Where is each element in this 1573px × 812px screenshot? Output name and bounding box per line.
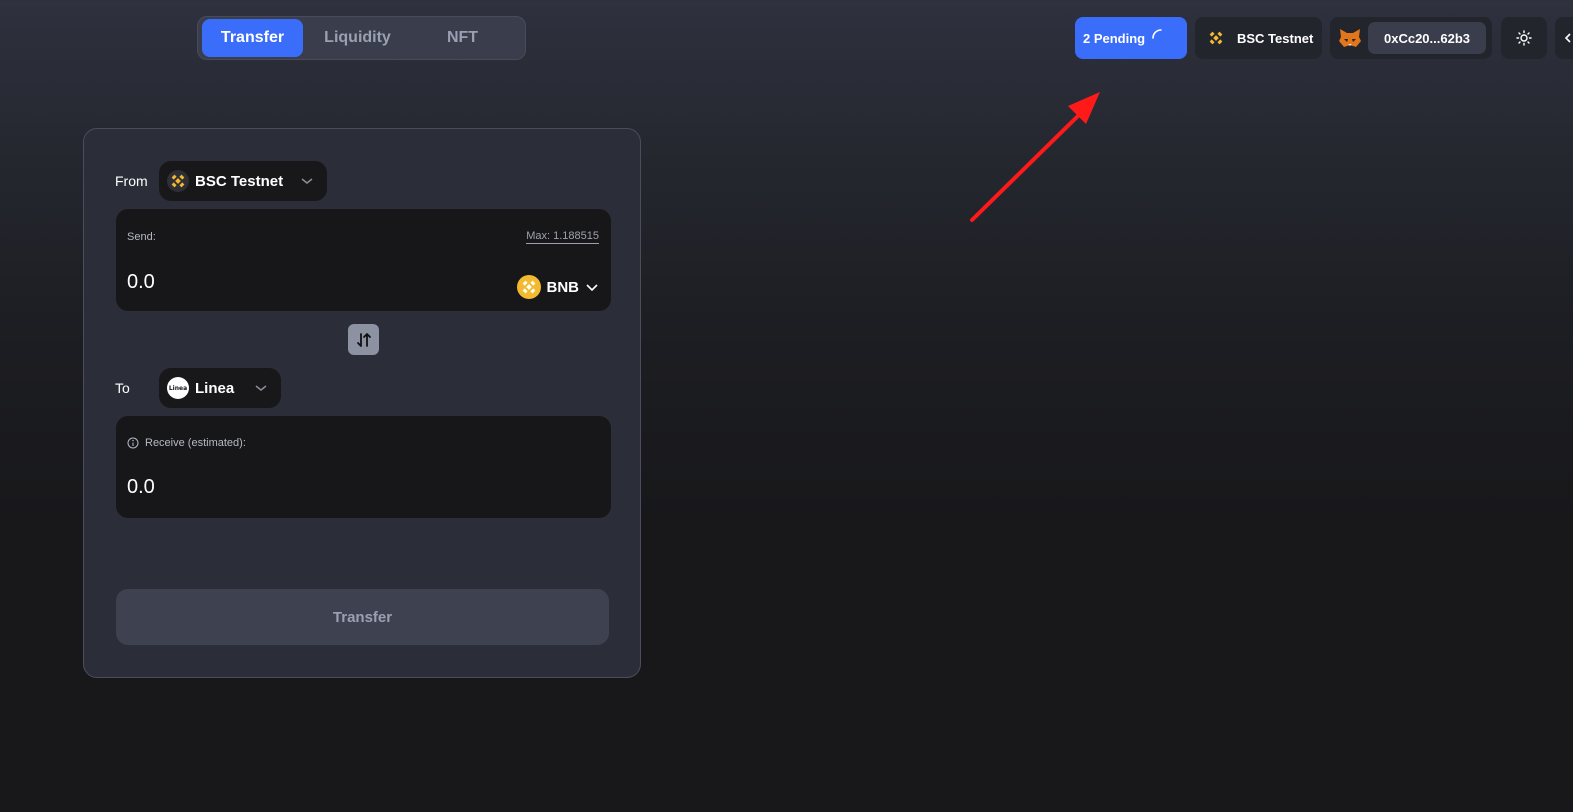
tab-nft[interactable]: NFT xyxy=(412,19,513,57)
from-chain-label: BSC Testnet xyxy=(195,172,284,190)
linea-logo-icon: Linea xyxy=(167,377,189,399)
metamask-fox-icon xyxy=(1339,29,1361,47)
network-selector-button[interactable]: BSC Testnet xyxy=(1195,17,1322,59)
token-label: BNB xyxy=(546,278,580,296)
receive-label: Receive (estimated): xyxy=(145,437,246,449)
send-amount-input[interactable]: 0.0 xyxy=(127,271,155,294)
send-label: Send: xyxy=(127,231,156,243)
to-label: To xyxy=(115,380,130,396)
pending-label: 2 Pending xyxy=(1083,30,1146,46)
receive-amount: 0.0 xyxy=(127,476,155,498)
bnb-icon xyxy=(1209,31,1223,45)
from-label: From xyxy=(115,173,148,189)
token-select[interactable]: BNB xyxy=(516,275,600,299)
svg-text:Linea: Linea xyxy=(169,385,187,392)
sun-icon xyxy=(1516,30,1532,46)
to-chain-select[interactable]: Linea Linea xyxy=(159,368,281,408)
main-nav-tabs: Transfer Liquidity NFT xyxy=(197,16,526,60)
pending-transactions-button[interactable]: 2 Pending xyxy=(1075,17,1187,59)
swap-arrows-icon xyxy=(356,332,371,347)
swap-direction-button[interactable] xyxy=(348,324,379,355)
from-chain-select[interactable]: BSC Testnet xyxy=(159,161,327,201)
chevron-down-icon xyxy=(255,385,267,391)
chevron-left-icon xyxy=(1564,33,1571,43)
send-panel: Send: Max: 1.188515 0.0 BNB xyxy=(116,209,611,311)
bridge-card: From BSC Testnet Send: Max: 1.188515 0.0 xyxy=(83,128,641,678)
annotation-arrow xyxy=(970,92,1100,222)
tab-transfer[interactable]: Transfer xyxy=(202,19,303,57)
receive-panel: Receive (estimated): 0.0 xyxy=(116,416,611,518)
network-label: BSC Testnet xyxy=(1237,30,1314,46)
info-icon xyxy=(127,437,139,449)
bnb-token-icon xyxy=(516,275,541,299)
transfer-submit-button[interactable]: Transfer xyxy=(116,589,609,645)
max-amount-link[interactable]: Max: 1.188515 xyxy=(526,230,599,244)
chevron-down-icon xyxy=(301,178,313,184)
wallet-address: 0xCc20...62b3 xyxy=(1368,22,1486,54)
tab-liquidity[interactable]: Liquidity xyxy=(307,19,408,57)
chevron-down-icon xyxy=(586,284,598,292)
more-button[interactable] xyxy=(1555,17,1573,59)
account-button[interactable]: 0xCc20...62b3 xyxy=(1330,17,1492,59)
to-chain-label: Linea xyxy=(195,379,235,397)
bnb-icon xyxy=(167,170,189,192)
loading-spinner-icon xyxy=(1152,29,1162,39)
theme-toggle-button[interactable] xyxy=(1501,17,1547,59)
